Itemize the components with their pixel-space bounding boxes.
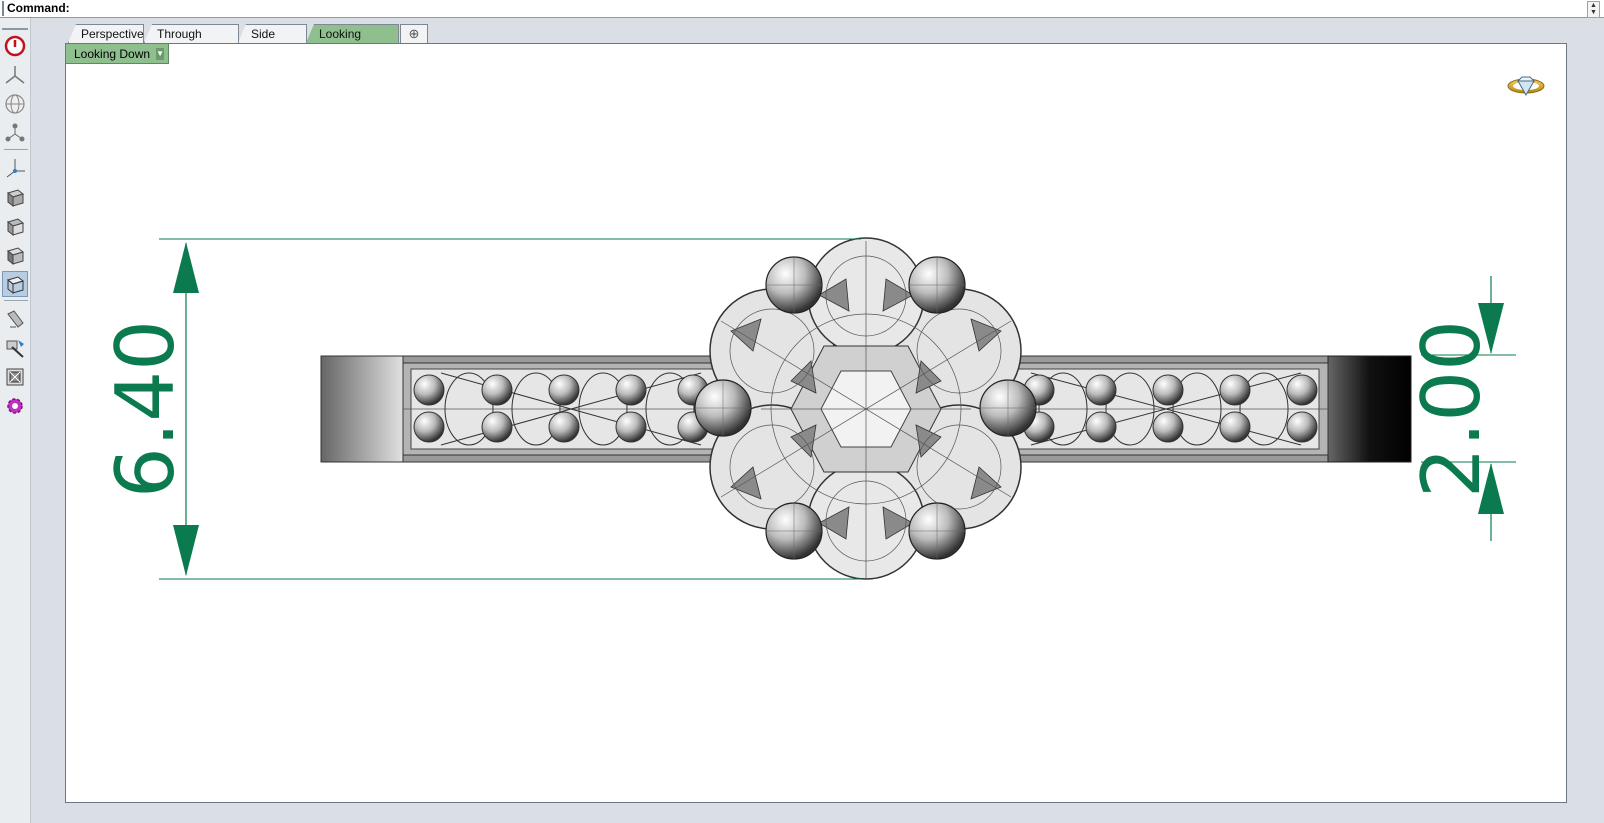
command-label: Command: xyxy=(7,1,70,15)
axes-icon[interactable] xyxy=(2,62,28,88)
box-view-2-icon[interactable] xyxy=(2,213,28,239)
box-view-1-icon[interactable] xyxy=(2,184,28,210)
ring-drawing: 6.40 2.00 xyxy=(99,76,1545,580)
tools-icon[interactable] xyxy=(2,335,28,361)
chevron-down-icon[interactable]: ▼ xyxy=(156,47,165,60)
left-toolbar xyxy=(0,18,31,823)
command-scroll-button[interactable]: ▲ ▼ xyxy=(1587,1,1600,18)
plus-icon[interactable]: ⊕ xyxy=(400,24,428,43)
toolbar-grip xyxy=(2,28,28,30)
grid-box-icon[interactable] xyxy=(2,364,28,390)
box-view-4-icon[interactable] xyxy=(2,271,28,297)
tab-side-view[interactable]: Side View xyxy=(238,24,307,43)
tab-looking-down[interactable]: Looking Down xyxy=(306,24,399,43)
tab-perspective[interactable]: Perspective xyxy=(68,24,144,43)
halo-cluster xyxy=(709,237,1022,580)
viewport[interactable]: 6.40 2.00 Looking Down ▼ xyxy=(65,43,1567,803)
toolbar-separator xyxy=(4,149,28,150)
viewport-tab-bar: Perspective Through Finger Side View Loo… xyxy=(64,22,1564,44)
power-icon[interactable] xyxy=(2,33,28,59)
height-dimension-label: 6.40 xyxy=(99,320,192,498)
command-bar[interactable]: Command: ▲ ▼ xyxy=(0,0,1604,18)
toolbar-separator xyxy=(4,300,28,301)
nodes-icon[interactable] xyxy=(2,120,28,146)
ring-thumbnail-icon[interactable] xyxy=(1507,76,1545,97)
right-gutter xyxy=(1567,43,1604,823)
band-dimension-label: 2.00 xyxy=(1405,320,1498,498)
brush-icon[interactable] xyxy=(2,306,28,332)
globe-icon[interactable] xyxy=(2,91,28,117)
tab-through-finger[interactable]: Through Finger xyxy=(144,24,239,43)
viewport-title-label[interactable]: Looking Down ▼ xyxy=(66,44,170,64)
viewport-title: Looking Down xyxy=(74,46,151,61)
move-axes-icon[interactable] xyxy=(2,155,28,181)
command-bar-grip xyxy=(2,1,4,16)
box-view-3-icon[interactable] xyxy=(2,242,28,268)
gear-icon[interactable] xyxy=(2,393,28,419)
